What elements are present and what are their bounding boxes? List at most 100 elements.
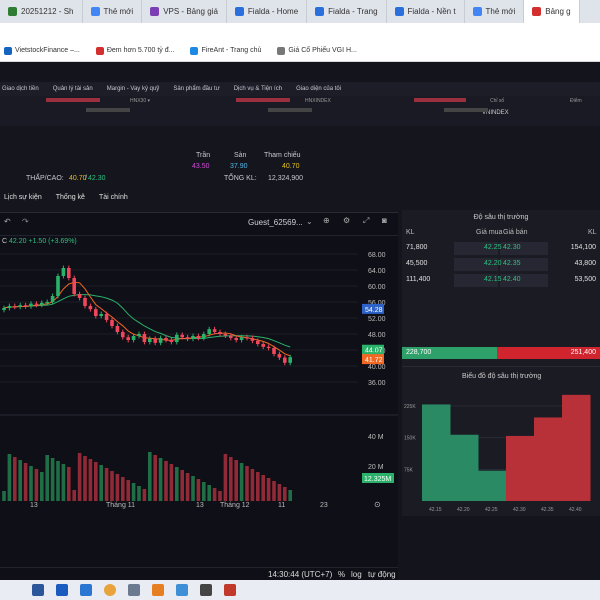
app-icon-2[interactable] — [224, 584, 236, 596]
app-icon[interactable] — [56, 584, 68, 596]
menu-item[interactable]: Quản lý tài sản — [53, 86, 93, 92]
candle-body — [185, 337, 190, 339]
depth-header-kl2: KL — [588, 229, 597, 236]
depth-header: KL Giá mua Giá bán KL — [402, 227, 600, 240]
zalo-icon[interactable] — [80, 584, 92, 596]
target-icon: ⊙ — [374, 500, 381, 509]
browser-tab[interactable]: 20251212 - Sh — [0, 0, 83, 23]
redo-icon[interactable]: ↷ — [22, 217, 29, 226]
sublime-icon[interactable] — [152, 584, 164, 596]
depth-sell-price[interactable]: 42.35 — [503, 260, 521, 267]
top-menu: Giao dịch tiền Quản lý tài sản Margin - Va… — [0, 82, 600, 96]
camera-icon[interactable]: ◙ — [382, 216, 387, 225]
tab-favicon-icon — [394, 7, 404, 16]
depth-buy-price[interactable]: 42.20 — [484, 260, 502, 267]
candle-body — [223, 334, 228, 336]
index-change-bar-3 — [414, 98, 466, 102]
index-value-bar — [86, 108, 130, 112]
menu-item[interactable]: Dịch vụ & Tiện ích — [234, 86, 282, 92]
bookmark-label: Đem hơn 5.700 tỷ đ... — [106, 47, 175, 54]
price-badge-label: 41.72 — [365, 357, 383, 364]
menu-item[interactable]: Margin - Vay ký quỹ — [107, 86, 160, 92]
volume-bar — [153, 455, 157, 501]
bookmark[interactable]: VietstockFinance –... — [4, 46, 80, 55]
tab-favicon-icon — [8, 7, 17, 16]
browser-tab[interactable]: Thẻ mới — [465, 0, 525, 23]
info-tab[interactable]: Thống kê — [56, 194, 85, 201]
candle-body — [110, 320, 114, 326]
depth-buy-vol: 45,500 — [406, 260, 428, 267]
volume-bar — [110, 471, 114, 501]
volume-bar — [223, 454, 228, 501]
candle-body — [56, 276, 60, 296]
percent-toggle[interactable]: % — [338, 570, 345, 579]
x-axis-label: 23 — [320, 502, 328, 509]
settings-icon[interactable]: ⚙ — [343, 216, 350, 225]
browser-tab[interactable]: Thẻ mới — [83, 0, 143, 23]
undo-icon[interactable]: ↶ — [4, 217, 11, 226]
menu-item[interactable]: Sản phẩm đầu tư — [173, 86, 219, 92]
browser-tab[interactable]: Fialda - Home — [227, 0, 308, 23]
candle-body — [40, 302, 44, 305]
volume-bar — [18, 460, 22, 501]
depth-sell-price[interactable]: 42.30 — [503, 244, 521, 251]
info-tab[interactable]: Tài chính — [99, 194, 128, 201]
bookmark[interactable]: Đem hơn 5.700 tỷ đ... — [95, 46, 175, 55]
chrome-icon[interactable] — [104, 584, 116, 596]
depth-buy-price[interactable]: 42.25 — [484, 244, 502, 251]
volume-bar — [13, 457, 17, 501]
candle-body — [29, 303, 33, 307]
photos-icon[interactable] — [176, 584, 188, 596]
browser-tab[interactable]: Fialda - Nền t — [387, 0, 465, 23]
chart-user[interactable]: Guest_62569... — [248, 218, 303, 227]
browser-tab[interactable]: Bảng g — [524, 0, 580, 23]
volume-bar — [234, 460, 238, 501]
candle-body — [137, 334, 141, 336]
total-sell: 251,400 — [570, 349, 596, 356]
volume-bar — [115, 474, 120, 501]
chevron-down-icon[interactable]: ⌄ — [306, 217, 313, 226]
candle-body — [261, 344, 265, 347]
volume-bar — [180, 470, 184, 501]
fullscreen-icon[interactable]: ⤢ — [363, 216, 369, 226]
log-toggle[interactable]: log — [351, 570, 362, 579]
candlestick-chart[interactable]: 68.0064.0060.0056.0052.0048.0044.0040.00… — [0, 235, 398, 581]
candle-body — [207, 329, 211, 334]
depth-buy-vol: 71,800 — [406, 244, 428, 251]
browser-tab[interactable]: VPS - Bảng giá — [142, 0, 227, 23]
tab-favicon-icon — [532, 7, 542, 16]
depth-buy-price[interactable]: 42.15 — [484, 276, 502, 283]
address-bar[interactable] — [0, 23, 600, 40]
volume-bar — [83, 456, 87, 501]
x-axis-label: 13 — [196, 502, 204, 509]
volume-bar — [175, 467, 179, 501]
y-axis-label: 48.00 — [368, 332, 386, 339]
high-value: 42.30 — [88, 175, 106, 182]
info-tab[interactable]: Lịch sự kiện — [4, 194, 42, 201]
index-label-point: Điểm — [570, 98, 582, 104]
bookmark-label: Giá Cổ Phiếu VGI H... — [288, 47, 357, 54]
gear-icon[interactable] — [200, 584, 212, 596]
depth-header-sell: Giá bán — [503, 229, 528, 236]
candle-body — [256, 340, 260, 344]
candle-body — [88, 306, 93, 310]
bookmark[interactable]: FireAnt - Trang chủ — [190, 46, 262, 55]
candle-body — [245, 337, 249, 339]
bookmark-label: FireAnt - Trang chủ — [201, 47, 262, 54]
bookmark[interactable]: Giá Cổ Phiếu VGI H... — [277, 46, 357, 55]
volume-bar — [131, 483, 136, 501]
word-icon[interactable] — [32, 584, 44, 596]
menu-item[interactable]: Giao diện của tôi — [296, 86, 341, 92]
depth-sell-price[interactable]: 42.40 — [503, 276, 521, 283]
settings-app-icon[interactable] — [128, 584, 140, 596]
candle-body — [23, 305, 28, 307]
auto-toggle[interactable]: tự động — [368, 570, 396, 579]
crosshair-icon[interactable]: ⊕ — [323, 216, 330, 225]
index-change-bar-2 — [236, 98, 290, 102]
ceiling-value: 43.50 — [192, 163, 210, 170]
index-label-chiso: Chỉ số — [490, 98, 505, 104]
candle-body — [164, 338, 168, 340]
ref-label: Tham chiếu — [264, 152, 301, 159]
menu-item[interactable]: Giao dịch tiền — [2, 86, 39, 92]
browser-tab[interactable]: Fialda - Trang — [307, 0, 387, 23]
